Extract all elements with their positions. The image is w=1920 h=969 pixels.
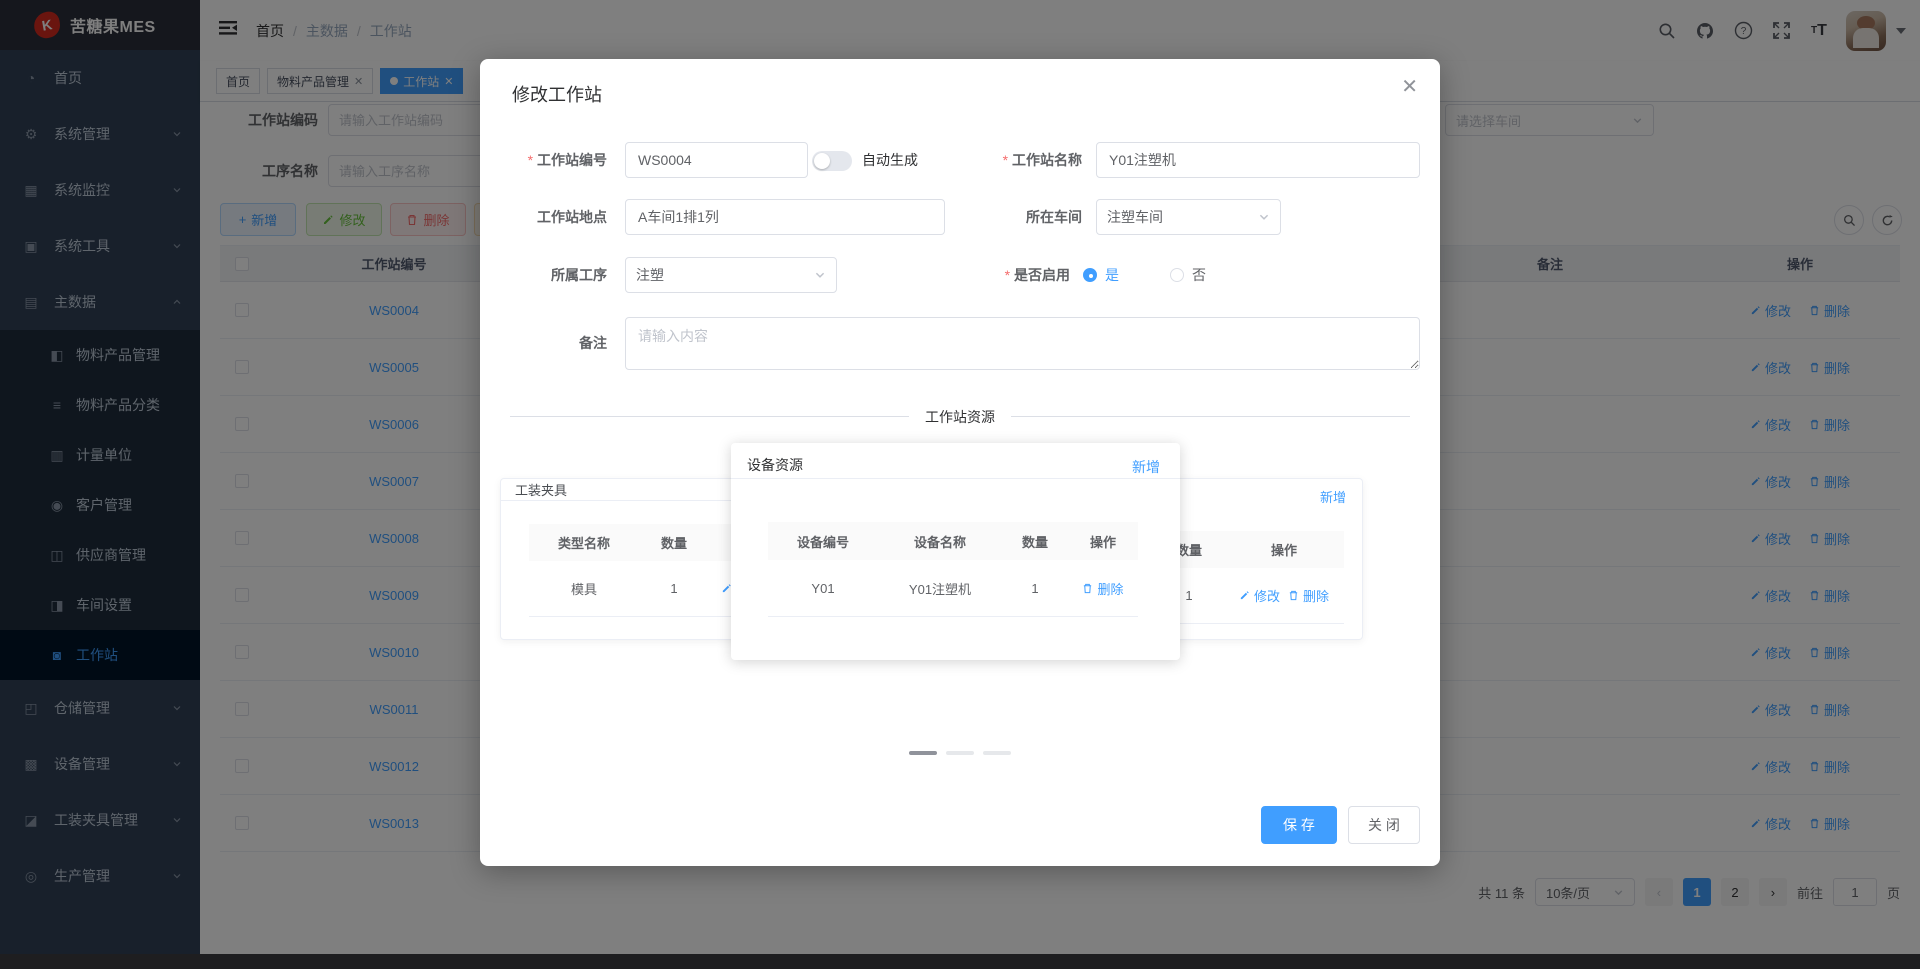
app-screen: K 苦糖果MES ◔ 首页 ⚙ 系统管理 ▦ 系统监控 ▣ 系统工具 ▤ 主数据 xyxy=(0,0,1920,969)
carousel-dot-1[interactable] xyxy=(909,751,937,755)
remark-label: 备注 xyxy=(579,335,607,351)
code-label: 工作站编号 xyxy=(487,142,607,178)
device-delete-link[interactable]: 删除 xyxy=(1082,579,1124,598)
fixture-card-title: 工装夹具 xyxy=(515,483,568,498)
dialog-title: 修改工作站 xyxy=(512,85,602,105)
section-title: 工作站资源 xyxy=(909,407,1011,427)
chevron-down-icon xyxy=(1259,214,1269,220)
radio-off-icon xyxy=(1170,268,1184,282)
carousel-indicators xyxy=(480,751,1440,755)
carousel-dot-2[interactable] xyxy=(946,751,974,755)
enabled-no-radio[interactable]: 否 xyxy=(1170,257,1206,293)
auto-generate-label: 自动生成 xyxy=(862,152,918,168)
workstation-name-field[interactable] xyxy=(1096,142,1420,178)
enabled-yes-radio[interactable]: 是 xyxy=(1083,257,1119,293)
device-panel-title: 设备资源 xyxy=(747,457,803,473)
staff-add-link[interactable]: 新增 xyxy=(1320,487,1346,506)
auto-generate-toggle[interactable] xyxy=(812,151,852,171)
trash-icon xyxy=(1084,583,1092,593)
workshop-select[interactable]: 注塑车间 xyxy=(1096,199,1281,235)
device-table-row: Y01 Y01注塑机 1 删除 xyxy=(768,560,1138,617)
pencil-icon xyxy=(1240,591,1249,600)
workshop-label: 所在车间 xyxy=(1026,209,1082,225)
staff-delete-link[interactable]: 删除 xyxy=(1288,586,1329,605)
edit-workstation-dialog: 修改工作站 ✕ 工作站编号 自动生成 工作站名称 工作站地点 所在车间 注塑车间… xyxy=(480,59,1440,866)
chevron-down-icon xyxy=(815,272,825,278)
workstation-location-field[interactable] xyxy=(625,199,945,235)
dialog-close-icon[interactable]: ✕ xyxy=(1401,77,1418,97)
remark-textarea[interactable] xyxy=(625,317,1420,370)
device-table-header: 设备编号 设备名称 数量 操作 xyxy=(768,522,1138,560)
process-label: 所属工序 xyxy=(551,267,607,283)
trash-icon xyxy=(1289,590,1298,601)
name-label: 工作站名称 xyxy=(962,142,1082,178)
workstation-code-field[interactable] xyxy=(625,142,808,178)
device-resource-panel: 设备资源 新增 设备编号 设备名称 数量 操作 Y01 Y01注塑机 1 删除 xyxy=(731,443,1180,660)
location-label: 工作站地点 xyxy=(537,209,607,225)
radio-on-icon xyxy=(1083,268,1097,282)
enabled-label: 是否启用 xyxy=(950,257,1070,293)
process-select[interactable]: 注塑 xyxy=(625,257,837,293)
close-button[interactable]: 关 闭 xyxy=(1348,806,1420,844)
carousel-dot-3[interactable] xyxy=(983,751,1011,755)
device-add-link[interactable]: 新增 xyxy=(1132,457,1160,477)
save-button[interactable]: 保 存 xyxy=(1261,806,1337,844)
staff-edit-link[interactable]: 修改 xyxy=(1239,586,1280,605)
